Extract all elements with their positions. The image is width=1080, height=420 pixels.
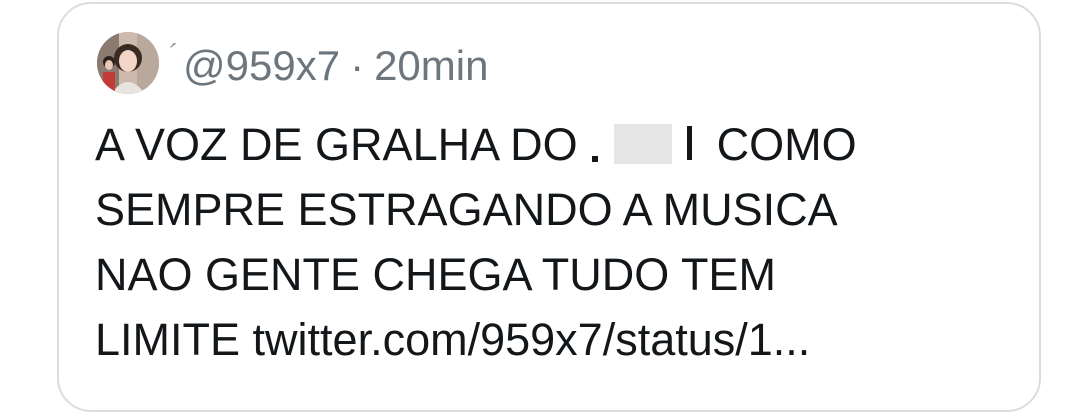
tweet-line-1-start: A VOZ DE GRALHA DO bbox=[95, 119, 591, 170]
tweet-line-2: SEMPRE ESTRAGANDO A MUSICA bbox=[95, 184, 838, 235]
tweet-link[interactable]: twitter.com/959x7/status/1... bbox=[253, 314, 811, 365]
quoted-tweet-card[interactable]: ´ @959x7 · 20min A VOZ DE GRALHA DO COMO… bbox=[57, 2, 1041, 412]
tweet-line-4: LIMITE twitter.com/959x7/status/1... bbox=[95, 307, 995, 372]
display-name-fragment: ´ bbox=[169, 39, 179, 72]
tweet-meta: ´ @959x7 · 20min bbox=[169, 38, 488, 94]
redacted-name-icon bbox=[592, 124, 702, 164]
tweet-timestamp[interactable]: 20min bbox=[374, 42, 488, 90]
profile-photo-icon bbox=[97, 32, 159, 94]
user-handle[interactable]: @959x7 bbox=[183, 42, 340, 90]
meta-separator: · bbox=[350, 42, 365, 89]
screenshot-page: ´ @959x7 · 20min A VOZ DE GRALHA DO COMO… bbox=[0, 0, 1080, 420]
tweet-line-1: A VOZ DE GRALHA DO COMO bbox=[95, 112, 995, 177]
tweet-line-4-word: LIMITE bbox=[95, 314, 241, 365]
avatar[interactable] bbox=[97, 32, 159, 94]
tweet-line-3: NAO GENTE CHEGA TUDO TEM bbox=[95, 249, 776, 300]
tweet-text: A VOZ DE GRALHA DO COMO SEMPRE ESTRAGAND… bbox=[95, 112, 995, 372]
tweet-line-1-end: COMO bbox=[704, 119, 857, 170]
